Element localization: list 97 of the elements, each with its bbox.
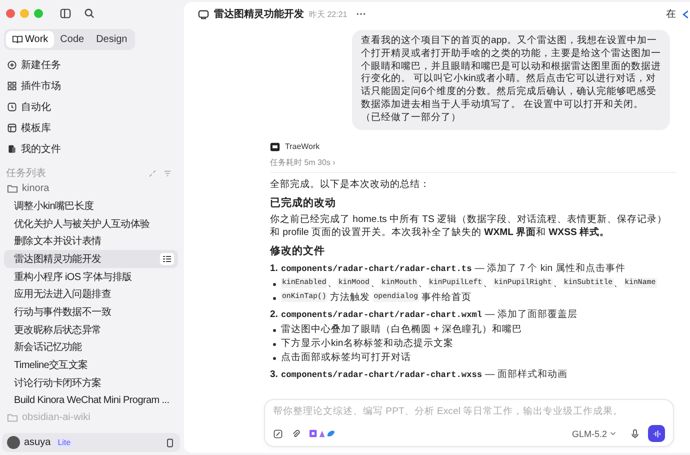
agent-name: TraeWork [285, 142, 320, 152]
task-list-label: 任务列表 [6, 166, 47, 180]
bullet-text: 、 [370, 276, 380, 290]
section-heading: 修改的文件 [270, 244, 326, 258]
nav-item[interactable]: 自动化 [21, 100, 51, 114]
waveform-icon [652, 428, 662, 438]
task-item[interactable]: 行动与事件数据不一致 [4, 303, 178, 321]
item-number: 1. [270, 262, 278, 274]
mode-tab[interactable]: Code [54, 31, 90, 48]
plus-circle-icon [7, 60, 17, 70]
task-item[interactable]: 删除文本并设计表情 [4, 232, 178, 250]
task-title: 重构小程序 iOS 字体与排版 [14, 270, 133, 284]
list-icon[interactable] [160, 252, 174, 265]
search-icon[interactable] [84, 8, 95, 18]
task-title: 讨论行动卡闭环方案 [14, 376, 102, 390]
bullet-text: 事件给首页 [420, 290, 472, 304]
file-note: — 添加了 7 个 kin 属性和点击事件 [474, 262, 626, 275]
task-title: 调整小kin嘴巴长度 [14, 200, 95, 213]
task-title: Build Kinora WeChat Mini Program ... [14, 394, 170, 406]
bullet-text: 雷达图中心叠加了眼睛（白色椭圆 + 深色瞳孔）和嘴巴 [281, 322, 522, 336]
caret-icon [610, 431, 616, 436]
bullet-dot [273, 328, 276, 332]
attachment-icon[interactable] [291, 428, 301, 438]
nav-item[interactable]: 新建任务 [21, 58, 61, 72]
task-title: 优化关护人与被关护人互动体验 [14, 218, 151, 231]
bullet-text: 点击面部或标签均可打开对话 [281, 350, 411, 364]
prompt-input[interactable]: 帮你整理论文综述、编写 PPT、分析 Excel 等日常工作，输出专业级工作成果。 [273, 406, 665, 417]
task-title: 行动与事件数据不一致 [14, 306, 112, 319]
microphone-icon[interactable] [630, 428, 640, 438]
task-item[interactable]: 重构小程序 iOS 字体与排版 [4, 268, 178, 286]
file-path: components/radar-chart/radar-chart.ts [280, 264, 472, 274]
bullet-text: 方法触发 [329, 290, 372, 304]
task-item[interactable]: 新会话记忆功能 [4, 338, 178, 356]
nav-item[interactable]: 我的文件 [21, 142, 61, 156]
task-item[interactable]: 调整小kin嘴巴长度 [4, 197, 178, 215]
mode-tab[interactable]: Design [90, 31, 134, 48]
task-title: 更改昵称后状态异常 [14, 324, 102, 337]
document-icon [7, 144, 17, 154]
clock-icon [7, 102, 17, 112]
bullet-text: 、 [552, 276, 563, 290]
summary-paragraph: 全部完成。以下是本次改动的总结： [270, 178, 431, 191]
task-item[interactable]: 优化关护人与被关护人互动体验 [4, 214, 178, 232]
task-title: 雷达图精灵功能开发 [14, 252, 102, 266]
grid-icon [7, 80, 17, 90]
task-title: 删除文本并设计表情 [14, 234, 102, 248]
task-duration[interactable]: 任务耗时 5m 30s › [270, 156, 336, 168]
nav-item[interactable]: 模板库 [21, 120, 51, 134]
file-note: — 添加了面部覆盖层 [485, 308, 578, 321]
avatar-icon [7, 436, 20, 449]
bullet-dot [273, 356, 276, 360]
task-item[interactable]: 雷达图精灵功能开发 [4, 250, 178, 268]
user-card[interactable]: asuya Lite [2, 433, 180, 452]
file-path: components/radar-chart/radar-chart.wxml [280, 310, 482, 320]
bullet-dot [273, 296, 276, 300]
task-title: 新会话记忆功能 [14, 340, 83, 354]
app-shortcuts-icon[interactable] [309, 429, 337, 438]
bullet-text: 下方显示小kin名称标签和动态提示文案 [281, 336, 454, 350]
open-in-label[interactable]: 在 [666, 7, 676, 21]
nav-item[interactable]: 插件市场 [21, 78, 61, 92]
task-item[interactable]: 讨论行动卡闭环方案 [4, 374, 178, 392]
voice-send-button[interactable] [648, 425, 665, 442]
agent-logo-icon [270, 142, 280, 152]
task-item[interactable]: Build Kinora WeChat Mini Program ... [4, 392, 178, 410]
summary-paragraph: 你之前已经完成了 home.ts 中所有 TS 逻辑（数据字段、对话流程、表情更新、保存记录）和 profile 页面的设置开关。本次我补全了缺失的 WXML 界面和 WXSS 样式。 [270, 212, 668, 239]
task-item[interactable]: 更改昵称后状态异常 [4, 320, 178, 338]
task-title: 应用无法进入问题排查 [14, 288, 112, 302]
bullet-text: 、 [327, 276, 338, 290]
sidebar-toggle-icon[interactable] [60, 8, 71, 18]
item-number: 3. [270, 368, 278, 380]
task-item[interactable]: 应用无法进入问题排查 [4, 285, 178, 304]
bullet-dot [273, 282, 276, 286]
chat-time: 昨天 22:21 [309, 8, 348, 20]
section-heading: 已完成的改动 [270, 196, 337, 210]
bullet-dot [273, 342, 276, 346]
close-window-icon[interactable] [6, 8, 15, 18]
more-icon[interactable] [356, 12, 366, 16]
bullet-text: 、 [418, 276, 428, 290]
file-path: components/radar-chart/radar-chart.wxss [280, 370, 482, 380]
chat-title: 雷达图精灵功能开发 [214, 8, 304, 21]
filter-icon[interactable] [163, 168, 172, 178]
edit-icon[interactable] [273, 428, 283, 438]
bullet-text: 、 [614, 276, 624, 290]
phone-icon[interactable] [165, 438, 175, 448]
file-note: — 面部样式和动画 [485, 368, 568, 381]
chat-icon [198, 8, 209, 20]
user-message: 查看我的这个项目下的首页的app。又个雷达图，我想在设置中加一个打开精灵或者打开助手啥的之类的功能，主要是给这个雷达图加一个眼睛和嘴巴，并且眼睛和嘴巴是可以动和根据雷达图里面的数据进行变化的。 可以叫它小kin或者小晴。然后点击它可以进行对话，对话只能固定问6个维度的分数。然后完成后确认，确认完能够吧感受数据添加进去相当于人手动填写了。 在设置中可以打开和关闭。（已经做了一部分了） [352, 30, 670, 130]
item-number: 2. [270, 308, 278, 320]
task-item[interactable]: Timeline交互文案 [4, 356, 178, 374]
book-icon [12, 34, 23, 45]
mode-tab[interactable]: Work [6, 31, 54, 48]
model-selector[interactable]: GLM-5.2 [572, 428, 616, 438]
user-name: asuya [24, 437, 51, 448]
bullet-text: 、 [483, 276, 494, 290]
layout-icon [7, 122, 17, 132]
task-title: Timeline交互文案 [14, 358, 89, 372]
folder-item[interactable]: kinora [22, 183, 50, 194]
plan-badge: Lite [54, 438, 74, 447]
